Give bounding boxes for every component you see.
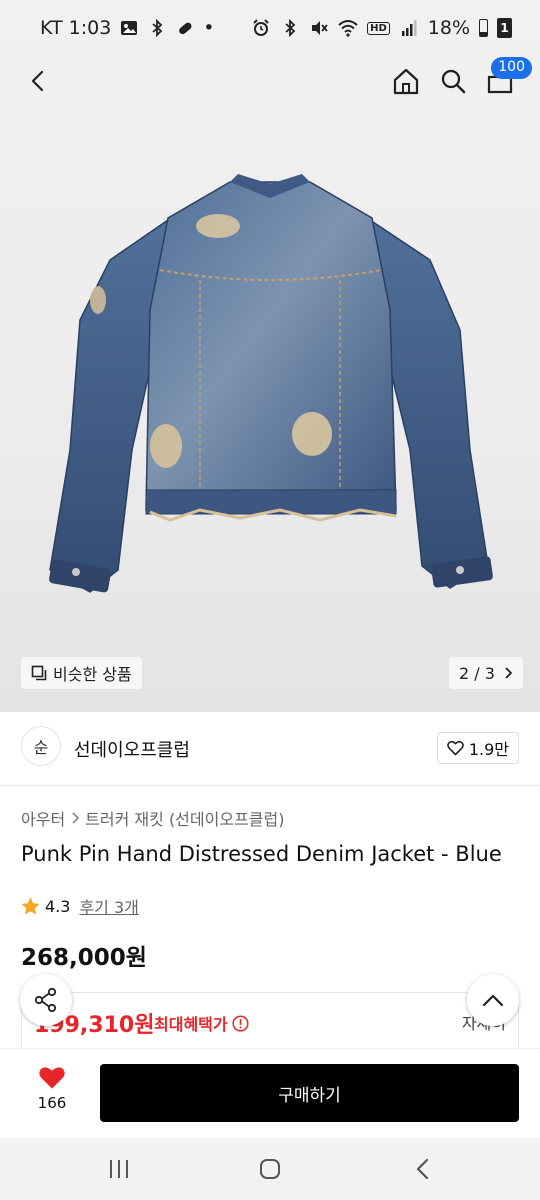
page-indicator: 2 / 3 [459,663,495,683]
carrier-time: KT 1:03 [40,17,112,39]
chevron-right-icon [505,667,513,679]
home-icon [393,68,419,95]
search-icon [441,69,466,94]
max-benefit-label-text: 최대혜택가 [154,1015,228,1034]
search-button[interactable] [431,59,475,103]
back-chevron-icon [416,1158,429,1180]
home-circle-icon [260,1159,280,1179]
similar-products-button[interactable]: 비슷한 상품 [21,657,142,689]
bluetooth-icon [280,18,300,38]
store-logo[interactable]: 순 [21,726,61,766]
link-icon [175,18,195,38]
store-name[interactable]: 선데이오프클럽 [74,736,190,762]
cart-button[interactable]: 100 [478,57,532,103]
similar-products-label: 비슷한 상품 [53,665,132,684]
bluetooth-icon [147,18,167,38]
gallery-icon [119,18,139,38]
share-button[interactable] [20,974,72,1026]
home-button[interactable] [384,59,428,103]
battery-saver-badge: 1 [497,18,512,38]
product-image-area[interactable]: KT 1:03 • HD 18% 1 100 비슷한 상품 2 / 3 [0,0,540,712]
similar-icon [31,665,47,681]
product-price: 268,000원 [21,945,147,971]
hd-icon: HD [367,21,390,35]
cart-count-badge: 100 [491,57,532,79]
wishlist-button[interactable]: 166 [24,1065,80,1121]
image-pager-button[interactable]: 2 / 3 [449,657,523,689]
info-icon[interactable] [232,1014,249,1032]
mute-icon [309,18,329,38]
bottom-action-bar: 166 구매하기 [0,1048,540,1138]
rating-row: 4.3 후기 3개 [21,894,139,918]
signal-icon [399,18,419,38]
heart-outline-icon [447,740,464,756]
breadcrumb: 아우터 트러커 재킷 (선데이오프클럽) [21,806,284,830]
back-button[interactable] [16,59,60,103]
share-icon [34,987,57,1013]
notification-dot: • [203,17,215,39]
product-photo[interactable] [40,160,500,610]
battery-icon [479,19,488,37]
recents-icon [110,1160,128,1178]
breadcrumb-subcategory[interactable]: 트러커 재킷 (선데이오프클럽) [85,806,284,830]
wishlist-count: 166 [37,1094,67,1112]
system-back-button[interactable] [402,1152,442,1186]
battery-percent: 18% [427,17,470,39]
heart-filled-icon [39,1067,65,1089]
recents-button[interactable] [99,1152,139,1186]
alarm-icon [251,18,271,38]
chevron-up-icon [482,994,504,1007]
system-home-button[interactable] [250,1152,290,1186]
scroll-top-button[interactable] [467,974,519,1026]
app-header: 100 [0,56,540,106]
wifi-icon [338,18,358,38]
product-title: Punk Pin Hand Distressed Denim Jacket - … [21,842,502,866]
back-icon [31,70,44,92]
status-bar: KT 1:03 • HD 18% 1 [0,0,540,56]
store-row[interactable]: 순 선데이오프클럽 1.9만 [0,712,540,786]
store-logo-text: 순 [33,738,49,757]
rating-value: 4.3 [45,896,71,916]
max-benefit-label: 최대혜택가 [154,1011,249,1035]
chevron-right-icon [72,812,80,824]
max-benefit-box[interactable]: 199,310원 최대혜택가 자세히 [21,992,519,1052]
breadcrumb-category[interactable]: 아우터 [21,806,65,830]
store-like-button[interactable]: 1.9만 [436,732,519,764]
star-icon [21,897,40,915]
reviews-link[interactable]: 후기 3개 [79,894,138,918]
system-nav-bar [0,1138,540,1200]
store-like-count: 1.9만 [468,740,509,759]
buy-button[interactable]: 구매하기 [100,1064,519,1122]
